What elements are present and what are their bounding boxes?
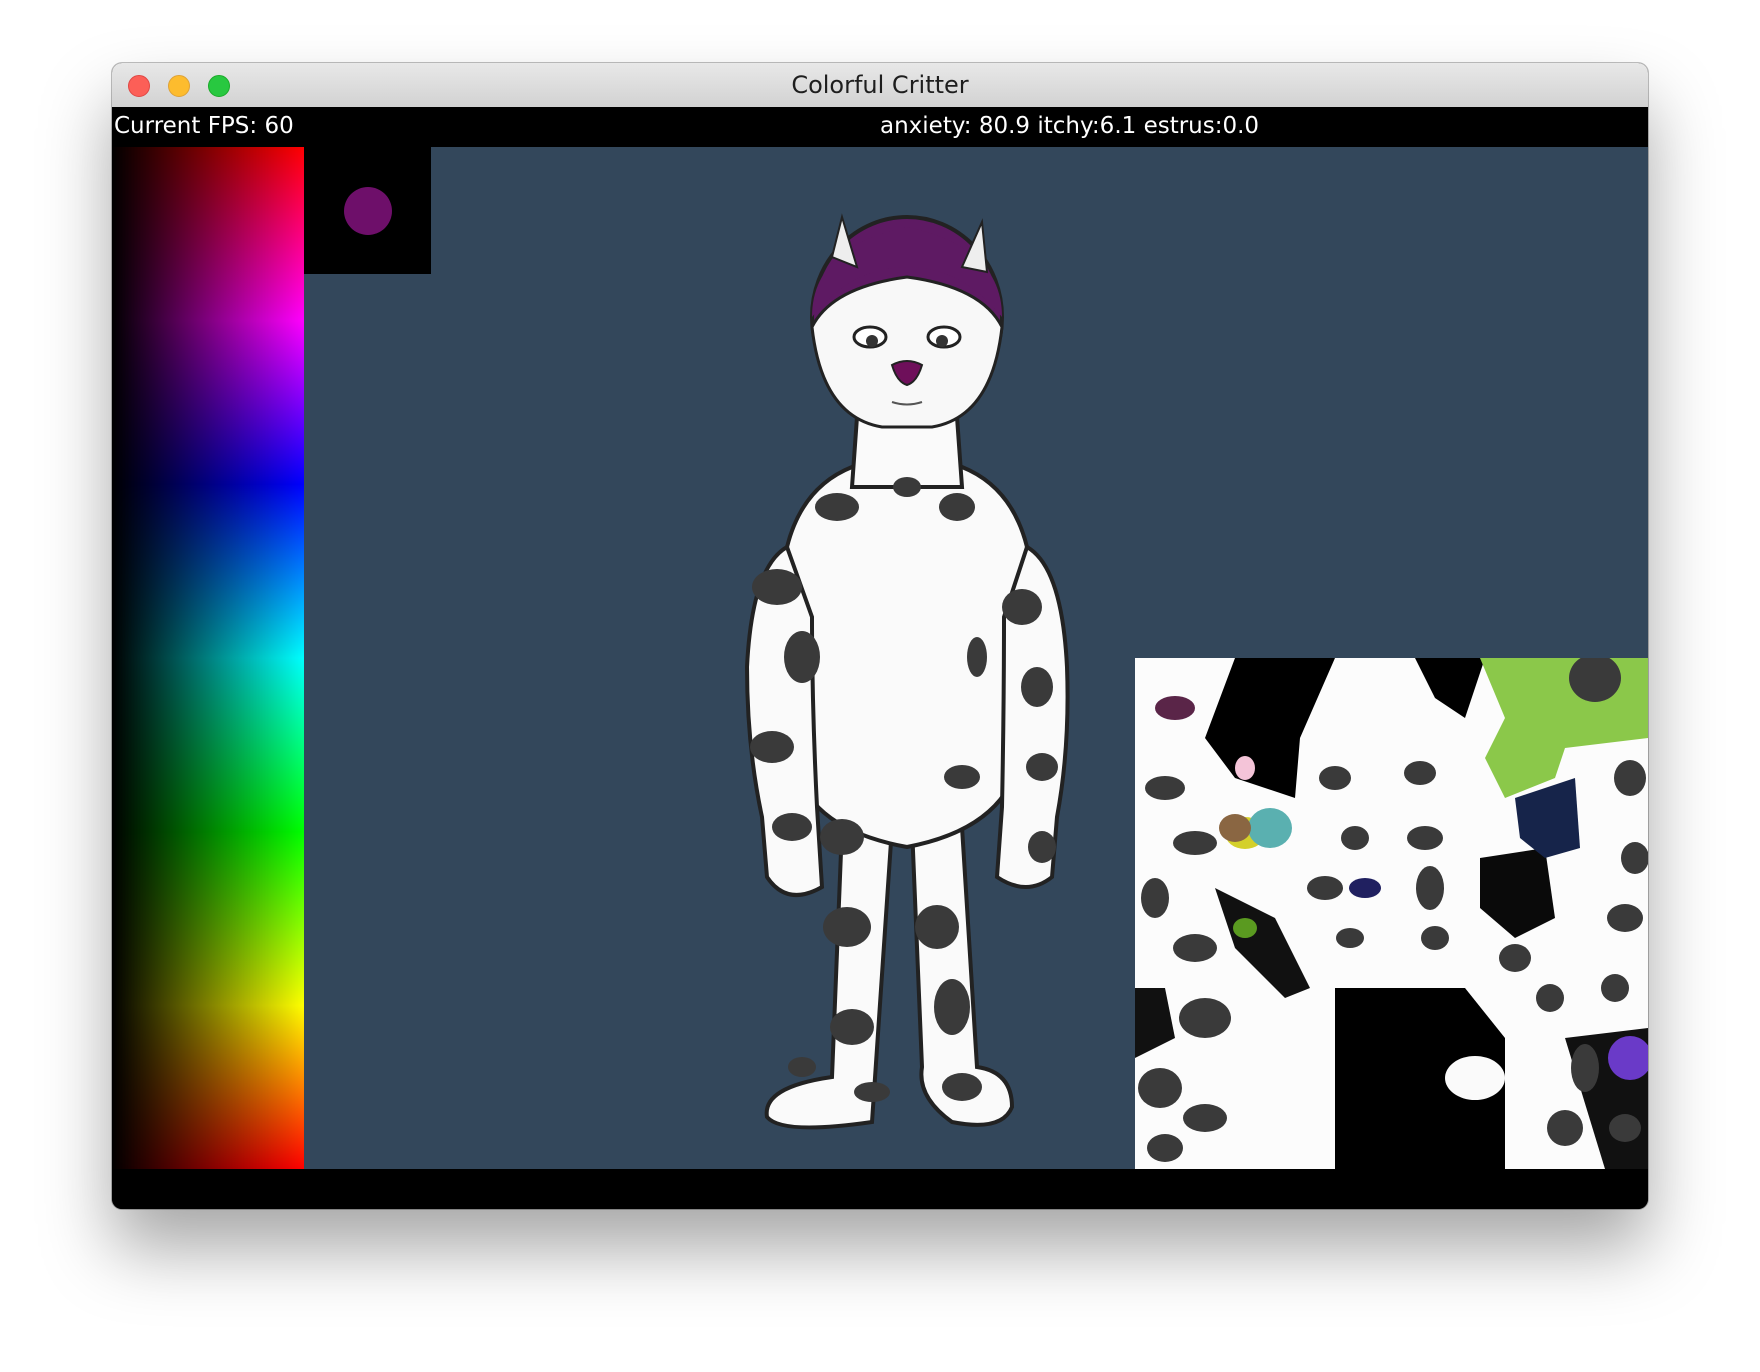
status-bar: Current FPS: 60 anxiety: 80.9 itchy:6.1 … [112, 107, 1648, 147]
game-viewport[interactable] [112, 147, 1648, 1169]
critter-character[interactable] [692, 187, 1122, 1132]
selected-color-swatch [344, 187, 392, 235]
bottom-bar [112, 1169, 1648, 1209]
window-title: Colorful Critter [791, 71, 969, 99]
color-spectrum-picker[interactable] [112, 147, 304, 1169]
selected-color-preview [304, 147, 431, 274]
critter-stats: anxiety: 80.9 itchy:6.1 estrus:0.0 [880, 113, 1260, 139]
app-window: Colorful Critter Current FPS: 60 anxiety… [112, 63, 1648, 1209]
texture-map-view[interactable] [1135, 658, 1648, 1169]
title-bar[interactable]: Colorful Critter [112, 63, 1648, 108]
fps-counter: Current FPS: 60 [114, 113, 294, 139]
